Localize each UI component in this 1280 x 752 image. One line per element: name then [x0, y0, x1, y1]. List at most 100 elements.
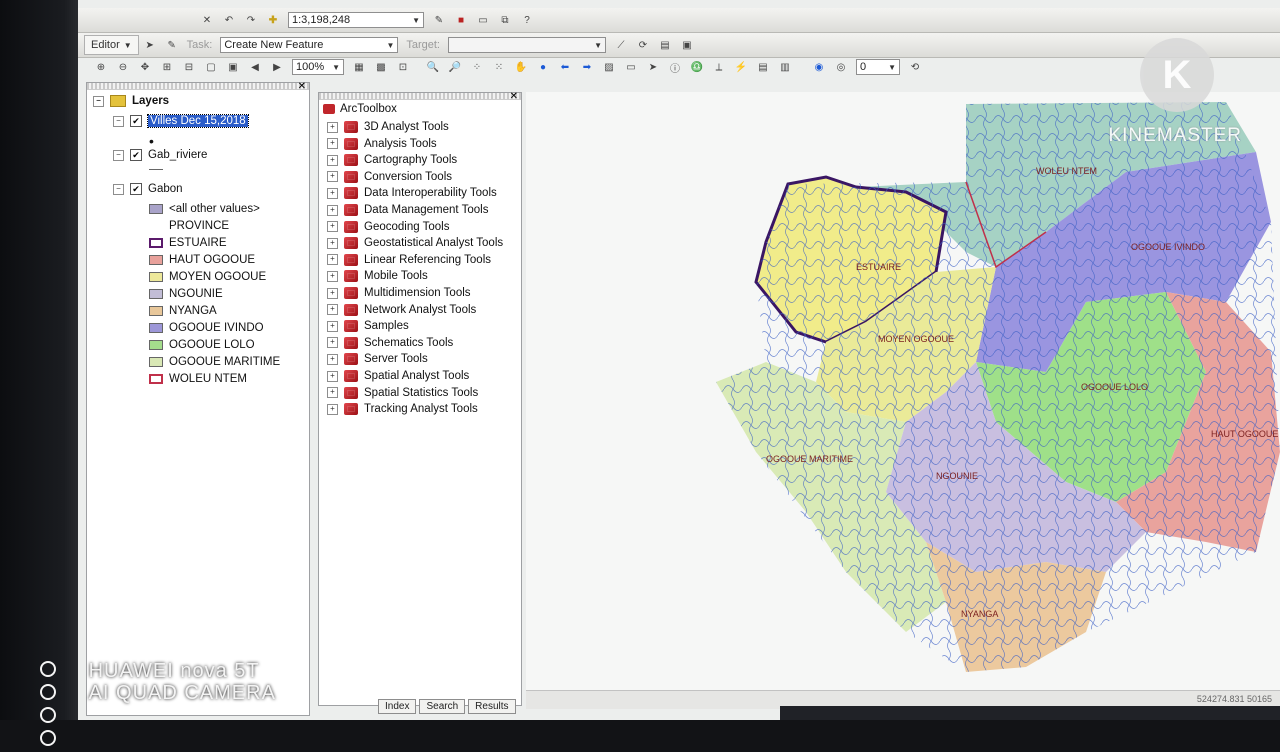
view-link-icon[interactable]: ◎ [832, 59, 850, 75]
expand-icon[interactable]: + [327, 270, 338, 282]
layout-zoom-out-icon[interactable]: ⊖ [114, 59, 132, 75]
legend-swatch[interactable] [149, 357, 163, 367]
tab-search[interactable]: Search [419, 699, 466, 714]
delete-icon[interactable]: ✕ [198, 12, 216, 28]
toolbox-item[interactable]: + Conversion Tools [327, 170, 452, 183]
legend-item[interactable]: OGOOUE IVINDO [149, 322, 264, 334]
legend-swatch[interactable] [149, 255, 163, 265]
measure-icon[interactable]: ⟂ [710, 59, 728, 75]
collapse-icon[interactable]: − [113, 115, 124, 127]
change-layout-icon[interactable]: ⊡ [394, 59, 412, 75]
layer-visibility-checkbox[interactable]: ✔ [130, 115, 142, 127]
collapse-icon[interactable]: − [93, 95, 104, 107]
model-builder-icon[interactable]: ⧉ [496, 12, 514, 28]
toolbox-item[interactable]: + Geostatistical Analyst Tools [327, 237, 503, 250]
sketch-properties-icon[interactable]: ▣ [678, 37, 696, 53]
legend-swatch[interactable] [149, 323, 163, 333]
toolbox-root[interactable]: ArcToolbox [323, 103, 397, 115]
layer-gab-riviere[interactable]: − ✔ Gab_riviere [113, 149, 207, 161]
legend-swatch[interactable] [149, 289, 163, 299]
expand-icon[interactable]: + [327, 221, 338, 233]
legend-swatch[interactable] [149, 204, 163, 214]
select-features-icon[interactable]: ▨ [600, 59, 618, 75]
whats-this-icon[interactable]: ? [518, 12, 536, 28]
legend-item[interactable]: PROVINCE [169, 220, 229, 232]
expand-icon[interactable]: + [327, 370, 338, 382]
toc-root[interactable]: − Layers [93, 95, 169, 107]
layer-name[interactable]: Gab_riviere [148, 149, 207, 161]
layout-pan-icon[interactable]: ✥ [136, 59, 154, 75]
layer-villes[interactable]: − ✔ Villes Dec 15,2018 [113, 114, 249, 128]
legend-item[interactable]: <all other values> [149, 203, 260, 215]
editor-toolbar-icon[interactable]: ✎ [430, 12, 448, 28]
expand-icon[interactable]: + [327, 121, 338, 133]
expand-icon[interactable]: + [327, 154, 338, 166]
tab-index[interactable]: Index [378, 699, 417, 714]
zoom-whole-page-icon[interactable]: ▢ [202, 59, 220, 75]
expand-icon[interactable]: + [327, 304, 338, 316]
collapse-icon[interactable]: − [113, 183, 124, 195]
editor-menu-button[interactable]: Editor ▼ [84, 35, 139, 55]
toolbox-item[interactable]: + Multidimension Tools [327, 287, 471, 299]
toolbox-item[interactable]: + Network Analyst Tools [327, 303, 476, 316]
legend-item[interactable]: MOYEN OGOOUE [149, 271, 266, 283]
expand-icon[interactable]: + [327, 403, 338, 415]
layer-index-combo[interactable]: 0 ▼ [856, 59, 900, 75]
close-icon[interactable]: ✕ [510, 91, 518, 102]
collapse-icon[interactable]: − [113, 149, 124, 161]
toolbox-item[interactable]: + Geocoding Tools [327, 220, 449, 233]
sketch-tool-icon[interactable]: ✎ [163, 37, 181, 53]
expand-icon[interactable]: + [327, 320, 338, 332]
map-view[interactable]: WOLEU NTEM ESTUAIRE OGOOUE IVINDO MOYEN … [526, 92, 1280, 692]
legend-swatch[interactable] [149, 306, 163, 316]
split-tool-icon[interactable]: ⟋ [612, 37, 630, 53]
toggle-draft-icon[interactable]: ▦ [350, 59, 368, 75]
toolbox-item[interactable]: +3D Analyst Tools [327, 121, 449, 133]
forward-extent-icon[interactable]: ➡ [578, 59, 596, 75]
layer-name[interactable]: Villes Dec 15,2018 [147, 114, 249, 128]
zoom-in-icon[interactable]: 🔍 [424, 59, 442, 75]
time-slider-icon[interactable]: ▥ [776, 59, 794, 75]
rotate-tool-icon[interactable]: ⟳ [634, 37, 652, 53]
expand-icon[interactable]: + [327, 171, 338, 183]
next-extent-icon[interactable]: ▶ [268, 59, 286, 75]
pan-hand-icon[interactable]: ✋ [512, 59, 530, 75]
clear-selection-icon[interactable]: ▭ [622, 59, 640, 75]
toolbox-item[interactable]: + Schematics Tools [327, 336, 453, 349]
expand-icon[interactable]: + [327, 287, 338, 299]
toolbox-item[interactable]: + Samples [327, 320, 409, 333]
legend-item[interactable]: NYANGA [149, 305, 217, 317]
fixed-zoom-out-icon[interactable]: ⊟ [180, 59, 198, 75]
legend-item[interactable]: NGOUNIE [149, 288, 223, 300]
close-icon[interactable]: ✕ [298, 81, 306, 92]
hyperlink-icon[interactable]: ⚡ [732, 59, 750, 75]
find-binoculars-icon[interactable]: ♎ [688, 59, 706, 75]
previous-extent-icon[interactable]: ◀ [246, 59, 264, 75]
html-popup-icon[interactable]: ▤ [754, 59, 772, 75]
fixed-zoom-out-map-icon[interactable]: ⁙ [490, 59, 508, 75]
legend-item[interactable]: WOLEU NTEM [149, 373, 247, 385]
georef-icon[interactable]: ◉ [810, 59, 828, 75]
toolbox-item[interactable]: + Linear Referencing Tools [327, 253, 491, 266]
redo-icon[interactable]: ↷ [242, 12, 260, 28]
expand-icon[interactable]: + [327, 204, 338, 216]
python-window-icon[interactable]: ▭ [474, 12, 492, 28]
expand-icon[interactable]: + [327, 387, 338, 399]
expand-icon[interactable]: + [327, 337, 338, 349]
zoom-out-icon[interactable]: 🔎 [446, 59, 464, 75]
expand-icon[interactable]: + [327, 237, 338, 249]
layer-name[interactable]: Gabon [148, 183, 183, 195]
target-combo[interactable]: ▼ [448, 37, 606, 53]
fixed-zoom-icon[interactable]: ⁘ [468, 59, 486, 75]
task-combo[interactable]: Create New Feature ▼ [220, 37, 399, 53]
map-scale-combo[interactable]: 1:3,198,248 ▼ [288, 12, 424, 28]
toolbox-item[interactable]: + Analysis Tools [327, 137, 437, 150]
gabon-map[interactable]: WOLEU NTEM ESTUAIRE OGOOUE IVINDO MOYEN … [526, 92, 1280, 692]
attributes-icon[interactable]: ▤ [656, 37, 674, 53]
toolbox-item[interactable]: + Server Tools [327, 353, 428, 366]
legend-swatch[interactable] [149, 374, 163, 384]
toolbox-item[interactable]: + Spatial Analyst Tools [327, 370, 469, 382]
full-extent-globe-icon[interactable]: ● [534, 59, 552, 75]
toolbox-item[interactable]: + Data Interoperability Tools [327, 187, 497, 200]
add-data-icon[interactable]: ✚ [264, 12, 282, 28]
